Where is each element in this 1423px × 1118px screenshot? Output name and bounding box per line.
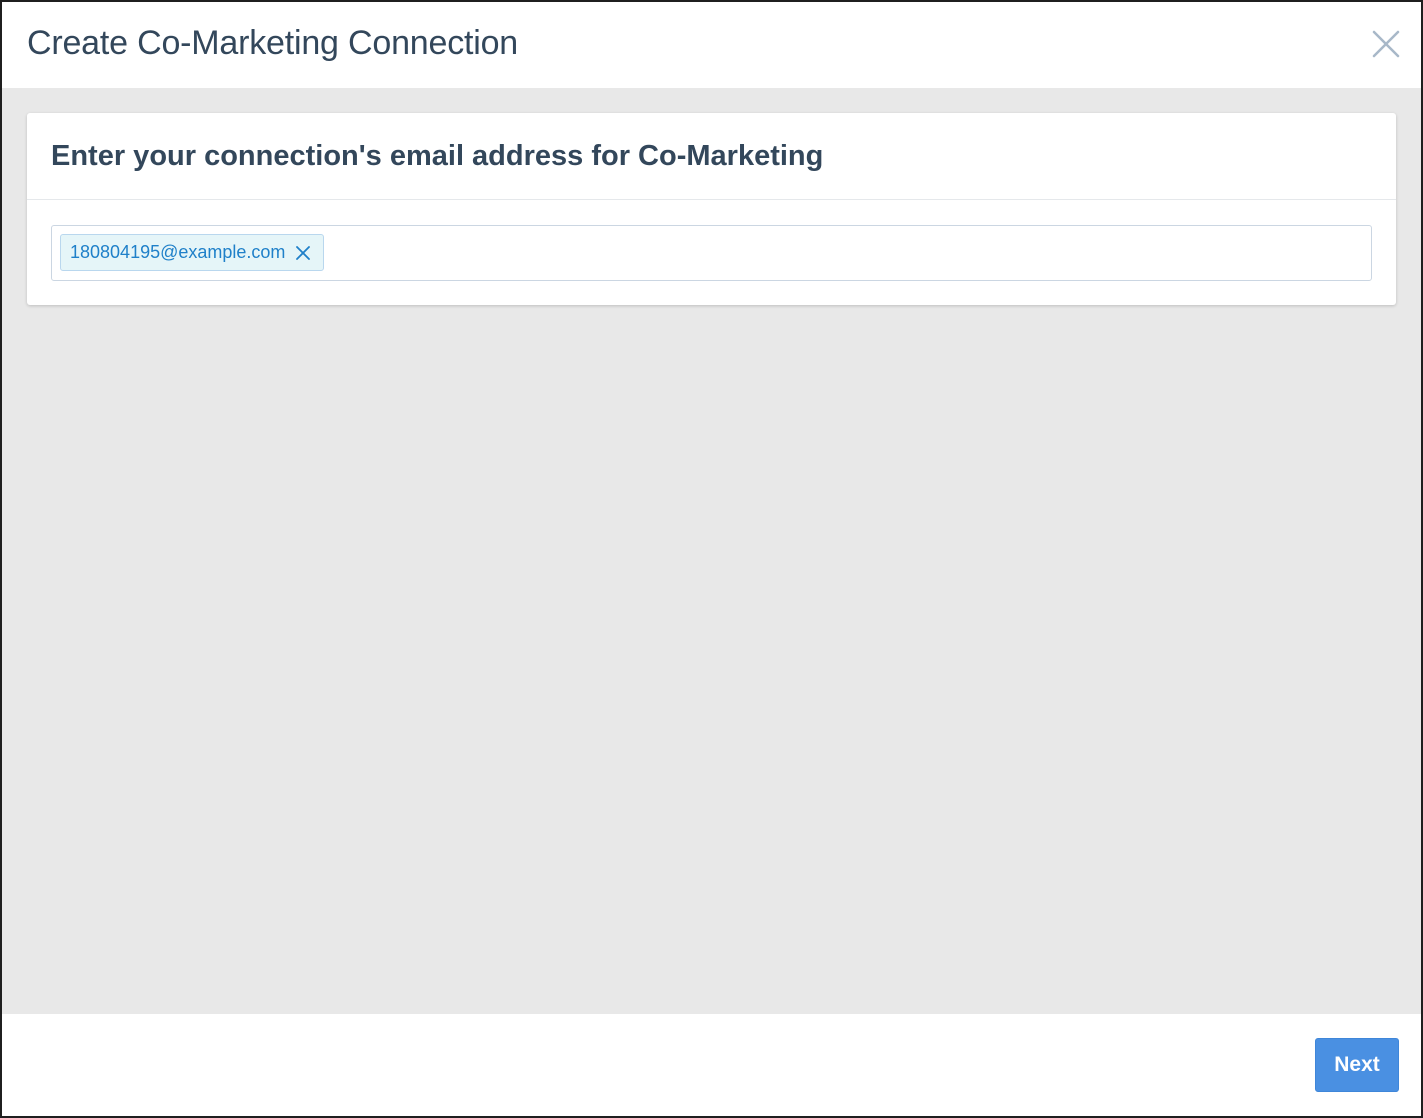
email-tag: 180804195@example.com [60,234,325,271]
card-header: Enter your connection's email address fo… [27,113,1396,200]
close-icon [295,245,311,261]
email-card: Enter your connection's email address fo… [27,113,1396,305]
modal-footer: Next [2,1014,1421,1116]
close-modal-button[interactable] [1371,29,1401,59]
remove-tag-button[interactable] [295,245,311,261]
next-button[interactable]: Next [1315,1038,1399,1092]
email-tag-label: 180804195@example.com [70,242,286,262]
modal-title: Create Co-Marketing Connection [27,24,519,62]
card-title: Enter your connection's email address fo… [51,140,824,172]
modal-header: Create Co-Marketing Connection [2,2,1421,88]
create-connection-modal: Create Co-Marketing Connection Enter you… [0,0,1423,1118]
close-icon [1371,29,1401,59]
email-tag-input[interactable]: 180804195@example.com [51,225,1372,281]
modal-body: Enter your connection's email address fo… [2,88,1421,1014]
